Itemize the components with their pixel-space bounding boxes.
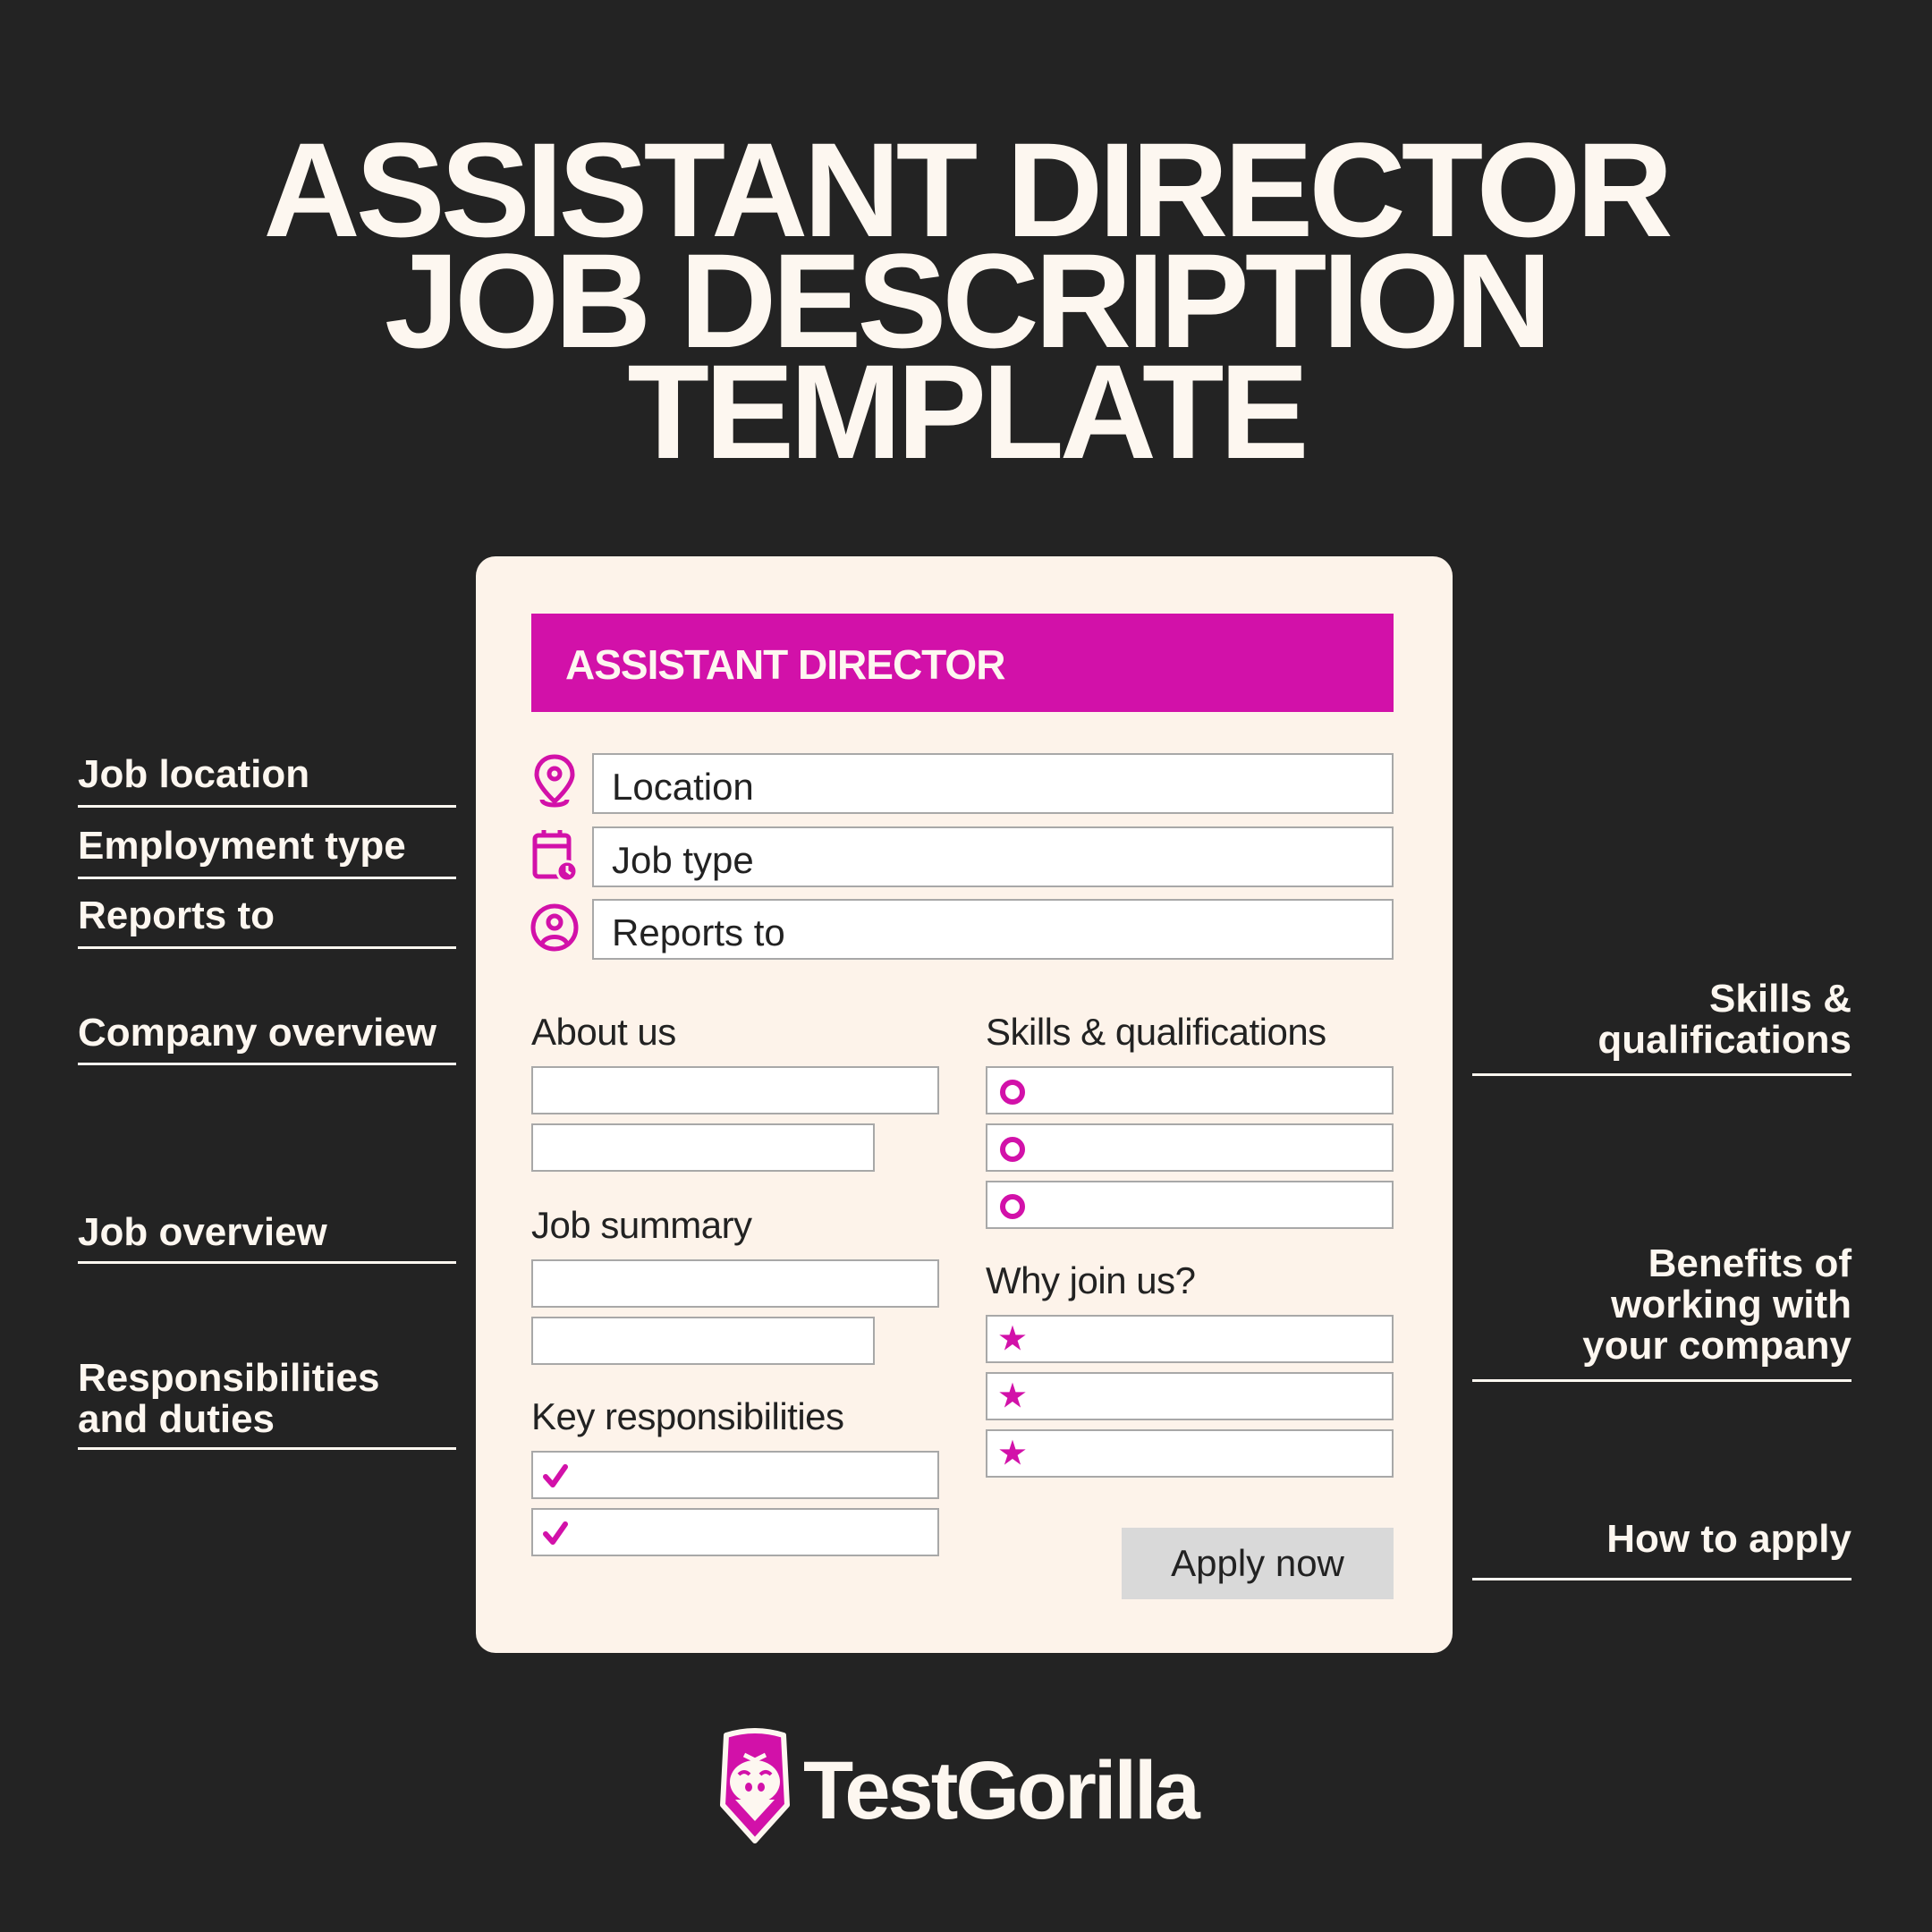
section-skills-qualifications: Skills & qualifications [986,1011,1326,1053]
label-employment-type: Employment type [78,824,406,868]
divider [78,1447,456,1450]
circle-bullet-icon [1000,1137,1025,1162]
reports-to-field[interactable]: Reports to [592,899,1394,960]
label-company-overview: Company overview [78,1011,437,1055]
benefit-item[interactable]: ★ [986,1315,1394,1363]
job-summary-line[interactable] [531,1317,875,1365]
benefit-item[interactable]: ★ [986,1372,1394,1420]
responsibility-item[interactable] [531,1508,939,1556]
divider [78,1063,456,1065]
label-how-to-apply: How to apply [1606,1517,1852,1561]
calendar-clock-icon [532,830,579,883]
brand-name: TestGorilla [803,1745,1200,1836]
job-title-header: ASSISTANT DIRECTOR [531,614,1394,712]
divider [78,1261,456,1264]
job-summary-line[interactable] [531,1259,939,1308]
divider [78,946,456,949]
star-icon: ★ [998,1436,1027,1470]
about-us-line[interactable] [531,1066,939,1114]
skill-item[interactable] [986,1066,1394,1114]
skill-item[interactable] [986,1181,1394,1229]
star-icon: ★ [998,1379,1027,1413]
label-job-location: Job location [78,752,310,796]
divider [1472,1578,1852,1580]
responsibility-item[interactable] [531,1451,939,1499]
gorilla-logo-icon [720,1728,790,1843]
label-benefits: Benefits of working with your company [1582,1241,1852,1368]
benefit-item[interactable]: ★ [986,1429,1394,1478]
user-circle-icon [530,903,579,952]
job-type-field[interactable]: Job type [592,826,1394,887]
label-skills-qualifications: Skills & qualifications [1597,977,1852,1062]
skill-item[interactable] [986,1123,1394,1172]
job-title: ASSISTANT DIRECTOR [565,641,1005,688]
checkmark-icon [543,1464,568,1487]
label-responsibilities: Responsibilities and duties [78,1356,380,1441]
label-reports-to: Reports to [78,894,275,937]
divider [1472,1379,1852,1382]
job-type-field-text: Job type [612,839,754,881]
section-key-responsibilities: Key responsibilities [531,1395,844,1437]
location-pin-icon [534,754,575,808]
about-us-line[interactable] [531,1123,875,1172]
page-title: ASSISTANT DIRECTOR JOB DESCRIPTION TEMPL… [0,123,1932,487]
section-about-us: About us [531,1011,676,1053]
divider [78,805,456,808]
section-why-join-us: Why join us? [986,1259,1196,1301]
label-job-overview: Job overview [78,1210,327,1254]
circle-bullet-icon [1000,1080,1025,1105]
circle-bullet-icon [1000,1194,1025,1219]
divider [78,877,456,879]
reports-to-field-text: Reports to [612,911,785,953]
section-job-summary: Job summary [531,1204,752,1246]
star-icon: ★ [998,1322,1027,1356]
job-description-card: ASSISTANT DIRECTOR Location Job type Rep… [476,556,1453,1653]
location-field[interactable]: Location [592,753,1394,814]
divider [1472,1073,1852,1076]
title-line-3: TEMPLATE [627,336,1309,487]
checkmark-icon [543,1521,568,1545]
location-field-text: Location [612,766,754,808]
apply-now-button[interactable]: Apply now [1122,1528,1394,1599]
